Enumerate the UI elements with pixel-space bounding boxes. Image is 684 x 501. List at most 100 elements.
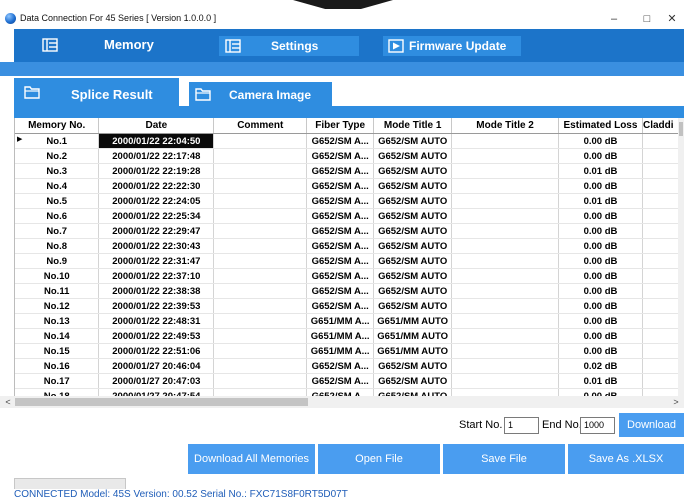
- table-cell[interactable]: 0.00 dB: [558, 208, 643, 224]
- table-cell[interactable]: [451, 163, 559, 179]
- table-cell[interactable]: 0.00 dB: [558, 328, 643, 344]
- table-cell[interactable]: [213, 328, 308, 344]
- table-cell[interactable]: G652/SM AUTO: [373, 373, 453, 389]
- table-cell[interactable]: 0.00 dB: [558, 313, 643, 329]
- table-row[interactable]: No.16 2000/01/27 20:46:04 G652/SM A... G652…: [15, 358, 684, 374]
- table-cell[interactable]: G651/MM A...: [306, 343, 375, 359]
- table-cell[interactable]: G652/SM A...: [306, 253, 375, 269]
- table-row[interactable]: No.6 2000/01/22 22:25:34 G652/SM A... G652/…: [15, 208, 684, 224]
- table-cell[interactable]: 2000/01/22 22:04:50: [98, 133, 215, 149]
- table-cell[interactable]: G652/SM AUTO: [373, 268, 453, 284]
- table-cell[interactable]: G652/SM AUTO: [373, 148, 453, 164]
- table-cell[interactable]: G652/SM AUTO: [373, 253, 453, 269]
- splice-result-grid[interactable]: Memory No. Date Comment Fiber Type Mode …: [14, 118, 684, 396]
- table-cell[interactable]: No.13: [15, 313, 100, 329]
- table-cell[interactable]: G652/SM AUTO: [373, 238, 453, 254]
- table-cell[interactable]: [451, 133, 559, 149]
- table-row[interactable]: No.11 2000/01/22 22:38:38 G652/SM A... G652…: [15, 283, 684, 299]
- table-row[interactable]: No.12 2000/01/22 22:39:53 G652/SM A... G652…: [15, 298, 684, 314]
- table-cell[interactable]: G652/SM AUTO: [373, 193, 453, 209]
- table-cell[interactable]: No.6: [15, 208, 100, 224]
- table-cell[interactable]: G652/SM AUTO: [373, 358, 453, 374]
- table-cell[interactable]: G651/MM A...: [306, 313, 375, 329]
- table-cell[interactable]: [451, 313, 559, 329]
- table-cell[interactable]: 0.00 dB: [558, 343, 643, 359]
- table-cell[interactable]: G652/SM AUTO: [373, 208, 453, 224]
- table-row[interactable]: No.5 2000/01/22 22:24:05 G652/SM A... G652/…: [15, 193, 684, 209]
- table-cell[interactable]: G652/SM A...: [306, 358, 375, 374]
- save-file-button[interactable]: Save File: [443, 444, 565, 474]
- col-header[interactable]: Mode Title 1: [373, 118, 453, 134]
- table-cell[interactable]: 0.00 dB: [558, 148, 643, 164]
- start-no-input[interactable]: 1: [504, 417, 539, 434]
- table-cell[interactable]: [213, 283, 308, 299]
- table-cell[interactable]: 2000/01/22 22:25:34: [98, 208, 215, 224]
- col-header[interactable]: Mode Title 2: [451, 118, 559, 134]
- save-as-xlsx-button[interactable]: Save As .XLSX: [568, 444, 684, 474]
- table-cell[interactable]: 0.00 dB: [558, 268, 643, 284]
- table-row[interactable]: No.2 2000/01/22 22:17:48 G652/SM A... G652/…: [15, 148, 684, 164]
- table-cell[interactable]: 2000/01/22 22:39:53: [98, 298, 215, 314]
- table-cell[interactable]: [451, 298, 559, 314]
- table-cell[interactable]: [213, 253, 308, 269]
- table-cell[interactable]: No.9: [15, 253, 100, 269]
- table-cell[interactable]: No.12: [15, 298, 100, 314]
- table-cell[interactable]: No.14: [15, 328, 100, 344]
- col-header[interactable]: Fiber Type: [306, 118, 375, 134]
- table-cell[interactable]: [213, 298, 308, 314]
- table-cell[interactable]: [213, 238, 308, 254]
- table-cell[interactable]: 2000/01/22 22:51:06: [98, 343, 215, 359]
- table-cell[interactable]: [213, 193, 308, 209]
- table-cell[interactable]: [451, 328, 559, 344]
- table-cell[interactable]: G652/SM A...: [306, 148, 375, 164]
- table-row[interactable]: ▶ No.1 2000/01/22 22:04:50 G652/SM A... G652…: [15, 133, 684, 149]
- table-cell[interactable]: 2000/01/22 22:49:53: [98, 328, 215, 344]
- table-row[interactable]: No.4 2000/01/22 22:22:30 G652/SM A... G652/…: [15, 178, 684, 194]
- table-cell[interactable]: 0.02 dB: [558, 358, 643, 374]
- table-cell[interactable]: [451, 268, 559, 284]
- table-cell[interactable]: [213, 268, 308, 284]
- table-cell[interactable]: 0.01 dB: [558, 163, 643, 179]
- table-cell[interactable]: No.16: [15, 358, 100, 374]
- col-header[interactable]: Comment: [213, 118, 308, 134]
- table-cell[interactable]: No.4: [15, 178, 100, 194]
- table-cell[interactable]: 2000/01/22 22:19:28: [98, 163, 215, 179]
- table-cell[interactable]: [213, 358, 308, 374]
- table-cell[interactable]: No.11: [15, 283, 100, 299]
- table-cell[interactable]: 0.01 dB: [558, 193, 643, 209]
- horizontal-scrollbar[interactable]: < >: [0, 396, 684, 408]
- table-cell[interactable]: G652/SM A...: [306, 298, 375, 314]
- table-cell[interactable]: 2000/01/22 22:37:10: [98, 268, 215, 284]
- col-header[interactable]: Estimated Loss: [558, 118, 643, 134]
- table-cell[interactable]: G652/SM A...: [306, 163, 375, 179]
- table-cell[interactable]: G652/SM AUTO: [373, 298, 453, 314]
- minimize-button[interactable]: –: [604, 11, 624, 27]
- table-cell[interactable]: [213, 163, 308, 179]
- table-cell[interactable]: G651/MM AUTO: [373, 328, 453, 344]
- table-cell[interactable]: G652/SM AUTO: [373, 388, 453, 396]
- table-cell[interactable]: 2000/01/22 22:17:48: [98, 148, 215, 164]
- table-cell[interactable]: 2000/01/22 22:31:47: [98, 253, 215, 269]
- table-cell[interactable]: 2000/01/22 22:38:38: [98, 283, 215, 299]
- table-cell[interactable]: No.5: [15, 193, 100, 209]
- table-cell[interactable]: 2000/01/22 22:22:30: [98, 178, 215, 194]
- download-button[interactable]: Download: [619, 413, 684, 437]
- table-cell[interactable]: [213, 148, 308, 164]
- table-cell[interactable]: No.17: [15, 373, 100, 389]
- table-cell[interactable]: [451, 358, 559, 374]
- table-cell[interactable]: 0.00 dB: [558, 298, 643, 314]
- table-cell[interactable]: [213, 223, 308, 239]
- table-cell[interactable]: G652/SM AUTO: [373, 163, 453, 179]
- table-cell[interactable]: 0.00 dB: [558, 178, 643, 194]
- table-cell[interactable]: 0.00 dB: [558, 133, 643, 149]
- vertical-scroll-thumb[interactable]: [679, 122, 683, 136]
- table-cell[interactable]: [451, 343, 559, 359]
- table-cell[interactable]: 0.00 dB: [558, 283, 643, 299]
- table-cell[interactable]: No.15: [15, 343, 100, 359]
- table-cell[interactable]: 0.00 dB: [558, 238, 643, 254]
- table-cell[interactable]: G652/SM A...: [306, 223, 375, 239]
- tab-camera-image[interactable]: Camera Image: [189, 82, 332, 106]
- table-row[interactable]: No.8 2000/01/22 22:30:43 G652/SM A... G652/…: [15, 238, 684, 254]
- table-cell[interactable]: G652/SM A...: [306, 238, 375, 254]
- table-row[interactable]: No.3 2000/01/22 22:19:28 G652/SM A... G652/…: [15, 163, 684, 179]
